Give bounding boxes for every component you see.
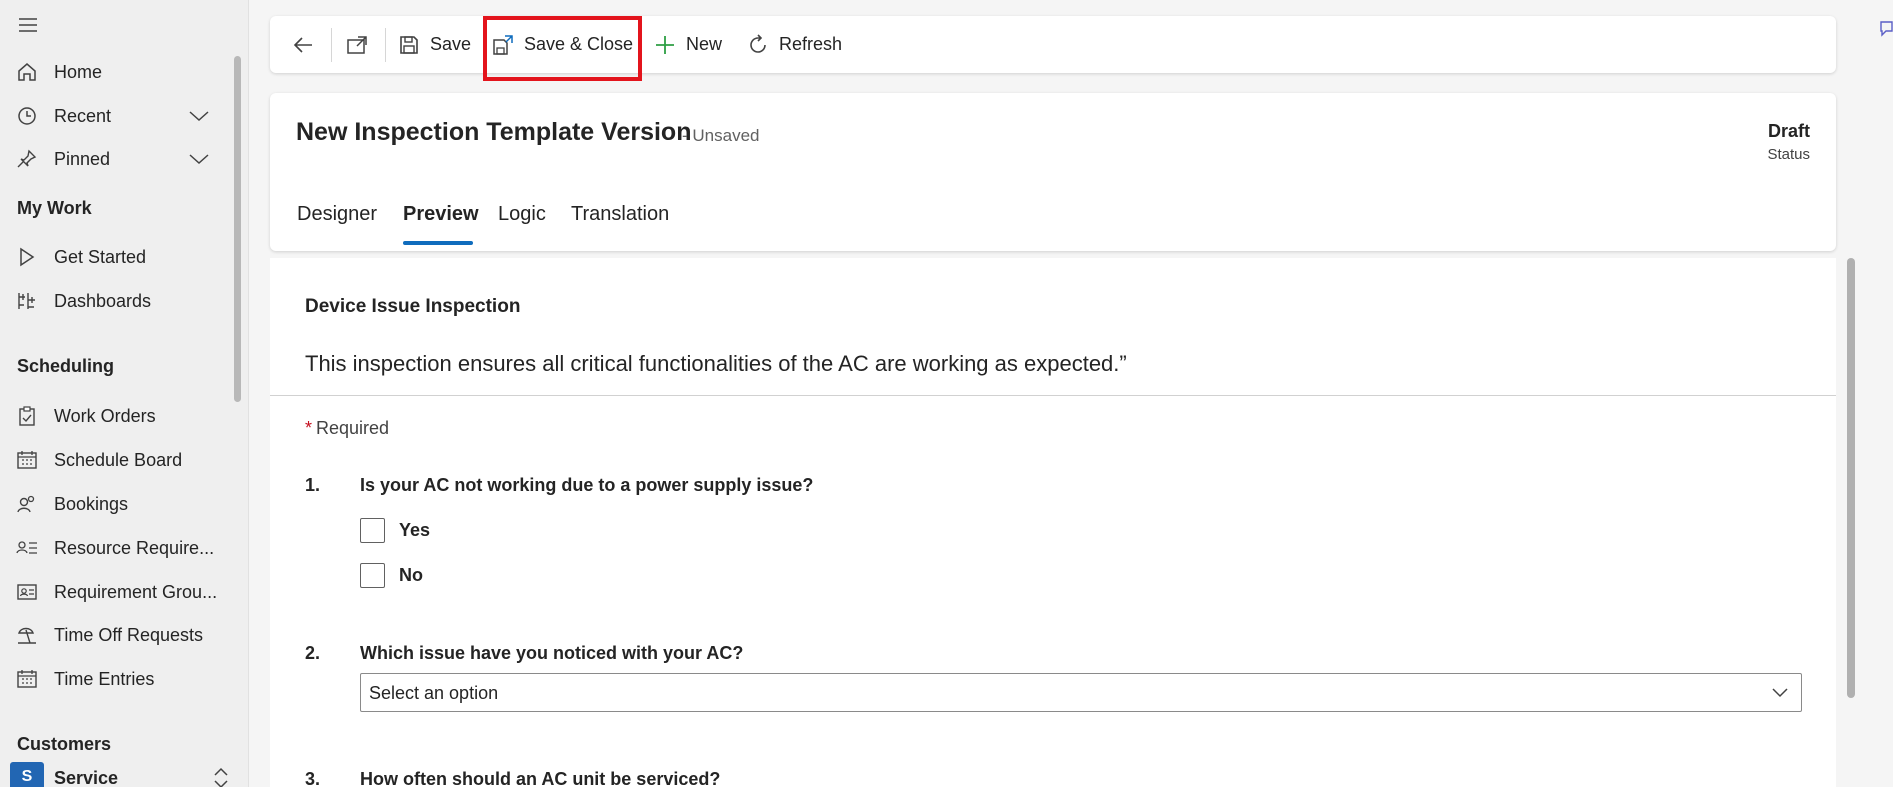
calendar-icon: [16, 669, 38, 689]
option-no[interactable]: No: [360, 561, 423, 589]
person-list-icon: [16, 538, 38, 558]
chevron-down-icon: [1771, 685, 1789, 701]
divider: [270, 395, 1836, 396]
save-button[interactable]: Save: [398, 16, 471, 73]
sidebar-scrollbar[interactable]: [234, 56, 241, 402]
checkbox[interactable]: [360, 562, 385, 588]
nav-group-title: Customers: [17, 734, 112, 754]
option-yes[interactable]: Yes: [360, 516, 430, 544]
beach-icon: [16, 625, 38, 645]
sidebar-item-label: Time Off Requests: [54, 624, 204, 645]
question-text: Which issue have you noticed with your A…: [360, 643, 744, 663]
sidebar-item-label: Resource Require...: [54, 537, 215, 558]
calendar-icon: [16, 450, 38, 470]
sidebar-item-get-started[interactable]: Get Started: [0, 237, 240, 277]
tab-preview[interactable]: Preview: [403, 203, 479, 226]
option-label: No: [399, 564, 423, 585]
chevron-down-icon[interactable]: [188, 108, 210, 124]
refresh-icon: [747, 33, 769, 56]
sidebar-item-work-orders[interactable]: Work Orders: [0, 396, 240, 436]
record-header: New Inspection Template Version - Unsave…: [270, 93, 1836, 251]
clipboard-icon: [16, 406, 38, 426]
main-scrollbar[interactable]: [1847, 258, 1855, 698]
status-label: Status: [1767, 146, 1810, 163]
save-label: Save: [430, 34, 472, 54]
open-in-new-window-button[interactable]: [346, 16, 368, 73]
sidebar-item-resource-requirements[interactable]: Resource Require...: [0, 528, 240, 568]
sidebar-item-time-entries[interactable]: Time Entries: [0, 659, 240, 699]
question-text: How often should an AC unit be serviced?: [360, 769, 721, 787]
select-value: Select an option: [369, 683, 499, 703]
sidebar-item-bookings[interactable]: Bookings: [0, 484, 240, 524]
form-preview: Device Issue Inspection This inspection …: [270, 258, 1836, 787]
chevron-down-icon[interactable]: [188, 151, 210, 167]
chevron-up-down-icon[interactable]: [212, 766, 230, 787]
sidebar-item-requirement-groups[interactable]: Requirement Grou...: [0, 572, 240, 612]
tab-logic[interactable]: Logic: [498, 203, 546, 226]
home-icon: [16, 62, 38, 82]
sidebar-item-label: Home: [54, 61, 103, 82]
sidebar-item-recent[interactable]: Recent: [0, 96, 240, 136]
sidebar-item-label: Work Orders: [54, 405, 156, 426]
new-button[interactable]: New: [654, 16, 722, 73]
plus-icon: [654, 34, 676, 56]
sidebar-item-label: Bookings: [54, 493, 129, 514]
page-title: New Inspection Template Version: [296, 118, 692, 146]
area-switcher[interactable]: S Service: [10, 762, 230, 787]
status-value: Draft: [1767, 121, 1810, 141]
back-arrow-icon: [292, 34, 314, 56]
question-text: Is your AC not working due to a power su…: [360, 475, 814, 495]
hamburger-menu-icon[interactable]: [17, 14, 39, 36]
sidebar-item-label: Pinned: [54, 148, 111, 169]
sidebar-item-label: Get Started: [54, 246, 147, 267]
open-in-new-window-icon: [346, 34, 368, 56]
nav-group-title: Scheduling: [17, 356, 115, 376]
back-button[interactable]: [292, 16, 314, 73]
toolbar-divider: [331, 28, 332, 62]
sidebar-item-home[interactable]: Home: [0, 52, 240, 92]
sidebar-item-label: Requirement Grou...: [54, 581, 218, 602]
sidebar-item-schedule-board[interactable]: Schedule Board: [0, 440, 240, 480]
play-icon: [16, 247, 38, 267]
refresh-button[interactable]: Refresh: [747, 16, 842, 73]
dashboard-icon: [16, 291, 38, 311]
required-star: *: [305, 418, 313, 438]
sidebar: Home Recent Pinned My Work Get Started D…: [0, 0, 249, 787]
question-number: 1.: [305, 475, 321, 495]
sidebar-item-label: Recent: [54, 105, 112, 126]
new-label: New: [686, 34, 723, 54]
tab-designer[interactable]: Designer: [297, 203, 377, 226]
form-title: Device Issue Inspection: [305, 296, 521, 317]
toolbar-divider: [385, 28, 386, 62]
save-icon: [398, 34, 420, 56]
chat-icon[interactable]: [1878, 18, 1893, 38]
sidebar-item-time-off-requests[interactable]: Time Off Requests: [0, 615, 240, 655]
tab-translation[interactable]: Translation: [571, 203, 669, 226]
issue-select[interactable]: Select an option: [360, 673, 1802, 712]
people-icon: [16, 494, 38, 514]
checkbox[interactable]: [360, 517, 385, 543]
required-note: * Required: [305, 418, 389, 439]
nav-group-title: My Work: [17, 198, 92, 218]
contact-card-icon: [16, 582, 38, 602]
option-label: Yes: [399, 519, 431, 540]
save-and-close-highlight: [483, 16, 642, 81]
area-badge: S: [10, 762, 44, 787]
active-tab-indicator: [403, 241, 473, 245]
sidebar-item-pinned[interactable]: Pinned: [0, 139, 240, 179]
area-label: Service: [54, 768, 119, 787]
refresh-label: Refresh: [779, 34, 843, 54]
save-status: - Unsaved: [682, 126, 760, 145]
required-label: Required: [316, 418, 390, 438]
pin-icon: [16, 149, 38, 169]
sidebar-item-label: Schedule Board: [54, 449, 183, 470]
sidebar-item-label: Dashboards: [54, 290, 152, 311]
clock-icon: [16, 106, 38, 126]
question-number: 3.: [305, 769, 321, 787]
sidebar-item-dashboards[interactable]: Dashboards: [0, 281, 240, 321]
sidebar-item-label: Time Entries: [54, 668, 155, 689]
question-number: 2.: [305, 643, 321, 663]
form-description: This inspection ensures all critical fun…: [305, 351, 1127, 376]
